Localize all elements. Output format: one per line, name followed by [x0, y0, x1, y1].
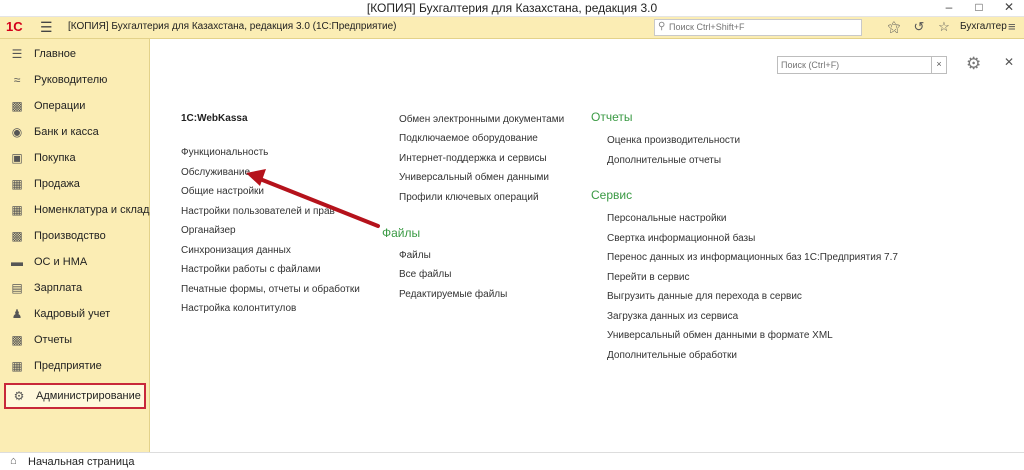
sidebar-item-label: Продажа — [34, 178, 80, 190]
sidebar-item-hr[interactable]: ♟ Кадровый учет — [0, 301, 149, 327]
minimize-icon[interactable]: – — [934, 0, 964, 16]
sidebar-item-label: Операции — [34, 100, 86, 112]
building-icon: ▦ — [11, 359, 23, 373]
sidebar-item-label: Зарплата — [34, 282, 83, 294]
sidebar-item-label: Главное — [34, 48, 77, 60]
people-icon: ♟ — [11, 307, 23, 321]
sidebar-item-label: Предприятие — [34, 360, 102, 372]
close-window-icon[interactable]: ✕ — [994, 0, 1024, 16]
favorites-star-icon[interactable]: ☆ — [936, 19, 952, 35]
sidebar-item-label: Банк и касса — [34, 126, 99, 138]
history-icon[interactable]: ↺ — [911, 19, 927, 35]
sidebar-item-enterprise[interactable]: ▦ Предприятие — [0, 353, 149, 379]
administration-panel: × ⚙ ✕ 1C:WebKassa Функциональность Обслу… — [150, 39, 1024, 452]
annotation-arrow — [246, 169, 380, 228]
sidebar-item-administration[interactable]: ⚙ Администрирование — [4, 383, 146, 409]
sidebar-item-purchase[interactable]: ▣ Покупка — [0, 145, 149, 171]
app-toolbar: 1С ☰ [КОПИЯ] Бухгалтерия для Казахстана,… — [0, 17, 1024, 39]
sidebar-item-production[interactable]: ▩ Производство — [0, 223, 149, 249]
report-icon: ▩ — [11, 333, 23, 347]
factory-icon: ▩ — [11, 229, 23, 243]
user-menu-icon[interactable]: ≡ — [1008, 19, 1016, 34]
current-user[interactable]: Бухгалтер — [960, 21, 1007, 32]
window-title: [КОПИЯ] Бухгалтерия для Казахстана, реда… — [366, 1, 658, 15]
sidebar-item-label: Администрирование — [36, 390, 141, 402]
truck-icon: ▬ — [11, 255, 23, 269]
sections-panel: ☰ Главное ≈ Руководителю ▩ Операции ◉ Ба… — [0, 39, 150, 469]
sidebar-item-reports[interactable]: ▩ Отчеты — [0, 327, 149, 353]
sidebar-item-label: ОС и НМА — [34, 256, 88, 268]
chart-line-icon: ≈ — [13, 73, 21, 87]
search-icon: ⚲ — [658, 21, 666, 32]
sidebar-item-manager[interactable]: ≈ Руководителю — [0, 67, 149, 93]
sidebar-item-label: Руководителю — [34, 74, 108, 86]
gear-icon: ⚙ — [13, 389, 25, 403]
main-menu-icon[interactable]: ☰ — [40, 20, 56, 34]
operations-icon: ▩ — [11, 99, 23, 113]
warehouse-icon: ▦ — [11, 203, 23, 217]
start-page-tab[interactable]: ⌂ Начальная страница — [0, 452, 149, 470]
maximize-icon[interactable]: □ — [964, 0, 994, 16]
coin-icon: ◉ — [11, 125, 23, 139]
sidebar-item-label: Кадровый учет — [34, 308, 111, 320]
footer-bar — [130, 452, 1024, 470]
sidebar-item-operations[interactable]: ▩ Операции — [0, 93, 149, 119]
global-search-box[interactable]: ⚲ — [654, 19, 862, 36]
salary-icon: ▤ — [11, 281, 23, 295]
sidebar-item-label: Покупка — [34, 152, 76, 164]
start-page-label: Начальная страница — [28, 456, 135, 468]
bell-icon[interactable]: ⚝ — [886, 19, 902, 35]
window-titlebar: [КОПИЯ] Бухгалтерия для Казахстана, реда… — [0, 0, 1024, 17]
sidebar-item-nomenclature[interactable]: ▦ Номенклатура и склад — [0, 197, 149, 223]
home-icon: ⌂ — [10, 455, 17, 467]
sidebar-item-label: Производство — [34, 230, 106, 242]
menu-icon: ☰ — [11, 47, 23, 61]
app-logo: 1С — [6, 19, 23, 34]
sidebar-item-fixed-assets[interactable]: ▬ ОС и НМА — [0, 249, 149, 275]
sidebar-item-sales[interactable]: ▦ Продажа — [0, 171, 149, 197]
cart-icon: ▣ — [11, 151, 23, 165]
sidebar-item-main[interactable]: ☰ Главное — [0, 41, 149, 67]
global-search-input[interactable] — [655, 20, 859, 33]
bag-icon: ▦ — [11, 177, 23, 191]
sidebar-item-label: Отчеты — [34, 334, 73, 346]
sidebar-item-label: Номенклатура и склад — [34, 204, 150, 216]
sidebar-item-bank[interactable]: ◉ Банк и касса — [0, 119, 149, 145]
sidebar-item-salary[interactable]: ▤ Зарплата — [0, 275, 149, 301]
app-title: [КОПИЯ] Бухгалтерия для Казахстана, реда… — [68, 21, 397, 32]
